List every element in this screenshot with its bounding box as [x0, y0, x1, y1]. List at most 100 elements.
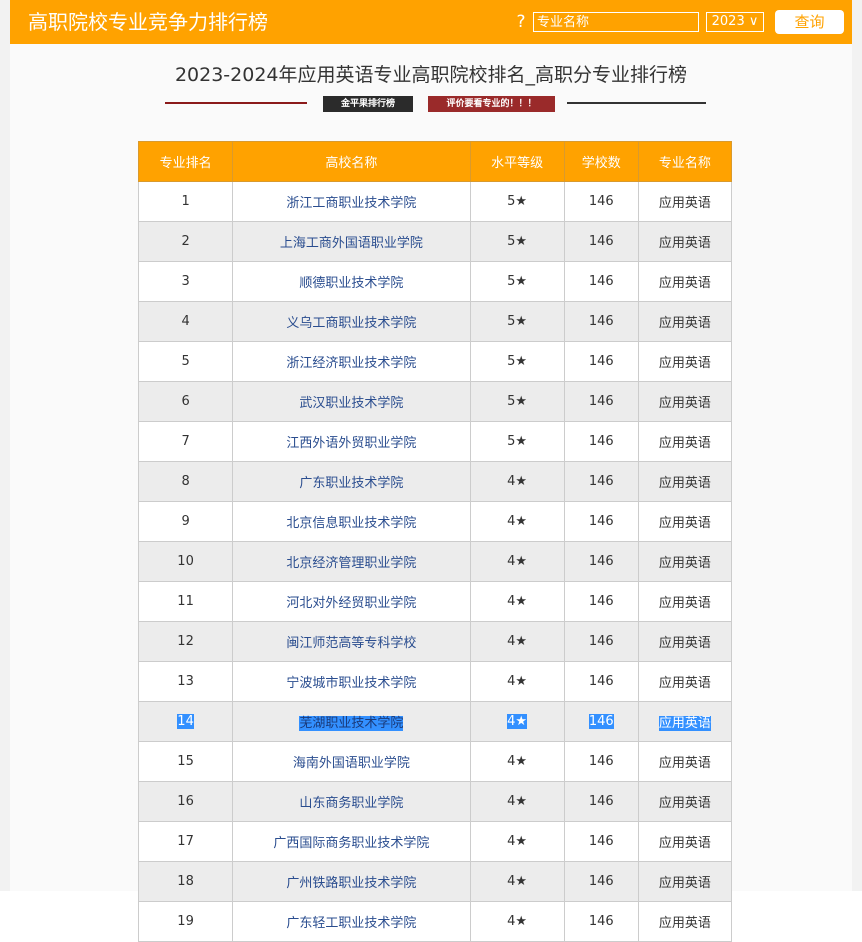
count-cell-text: 146 [588, 194, 614, 209]
school-link[interactable]: 浙江经济职业技术学院 [232, 341, 471, 382]
rank-cell-text: 2 [181, 234, 190, 249]
major-cell-text: 应用英语 [658, 196, 711, 211]
school-link-text[interactable]: 浙江工商职业技术学院 [286, 196, 416, 211]
major-cell-text: 应用英语 [658, 396, 711, 411]
table-row: 19 广东轻工职业技术学院 4★ 146 应用英语 [137, 901, 733, 942]
rank-cell-text: 11 [177, 594, 194, 609]
query-button[interactable]: 查询 [775, 10, 844, 34]
site-title[interactable]: 高职院校专业竞争力排行榜 [28, 8, 268, 36]
count-cell: 146 [563, 661, 639, 702]
major-cell: 应用英语 [637, 581, 733, 622]
notice-badge[interactable]: 评价要看专业的！！！ [428, 96, 555, 112]
table-row: 15 海南外国语职业学院 4★ 146 应用英语 [137, 741, 733, 782]
school-link-text[interactable]: 广东职业技术学院 [299, 476, 403, 491]
level-cell: 4★ [469, 461, 565, 502]
school-link-text[interactable]: 顺德职业技术学院 [299, 276, 403, 291]
school-link[interactable]: 顺德职业技术学院 [232, 261, 471, 302]
level-cell: 4★ [469, 661, 565, 702]
school-link-text[interactable]: 广西国际商务职业技术学院 [273, 836, 429, 851]
school-link-text[interactable]: 广东轻工职业技术学院 [286, 916, 416, 931]
school-link-text[interactable]: 海南外国语职业学院 [293, 756, 410, 771]
school-link[interactable]: 山东商务职业学院 [232, 781, 471, 822]
school-link-text[interactable]: 江西外语外贸职业学院 [286, 436, 416, 451]
major-cell: 应用英语 [637, 901, 733, 942]
page-background-right [852, 0, 862, 891]
major-cell: 应用英语 [637, 261, 733, 302]
ranking-badge[interactable]: 金平果排行榜 [323, 96, 413, 112]
count-cell-text: 146 [588, 274, 614, 289]
major-cell: 应用英语 [637, 501, 733, 542]
count-cell-text: 146 [588, 394, 614, 409]
count-cell-text: 146 [588, 514, 614, 529]
level-cell: 4★ [469, 701, 565, 742]
level-cell: 4★ [469, 501, 565, 542]
school-link[interactable]: 上海工商外国语职业学院 [232, 221, 471, 262]
school-link[interactable]: 广东轻工职业技术学院 [232, 901, 471, 942]
level-cell-text: 4★ [507, 714, 528, 729]
major-cell: 应用英语 [637, 341, 733, 382]
school-link-text[interactable]: 上海工商外国语职业学院 [280, 236, 423, 251]
help-icon[interactable]: ? [514, 12, 528, 32]
school-link[interactable]: 广州铁路职业技术学院 [232, 861, 471, 902]
level-cell-text: 4★ [507, 874, 528, 889]
school-link-text[interactable]: 芜湖职业技术学院 [299, 716, 404, 731]
school-link[interactable]: 海南外国语职业学院 [232, 741, 471, 782]
rank-cell: 9 [137, 501, 234, 542]
level-cell-text: 5★ [507, 434, 528, 449]
table-row: 16 山东商务职业学院 4★ 146 应用英语 [137, 781, 733, 822]
school-link-text[interactable]: 浙江经济职业技术学院 [286, 356, 416, 371]
major-cell: 应用英语 [637, 181, 733, 222]
rank-cell: 7 [137, 421, 234, 462]
rank-cell-text: 13 [177, 674, 194, 689]
school-link[interactable]: 芜湖职业技术学院 [232, 701, 471, 742]
level-cell: 5★ [469, 381, 565, 422]
school-link-text[interactable]: 武汉职业技术学院 [299, 396, 403, 411]
major-cell: 应用英语 [637, 301, 733, 342]
rank-cell-text: 7 [181, 434, 190, 449]
table-row: 3 顺德职业技术学院 5★ 146 应用英语 [137, 261, 733, 302]
count-cell-text: 146 [588, 714, 614, 729]
school-link[interactable]: 闽江师范高等专科学校 [232, 621, 471, 662]
count-cell-text: 146 [588, 834, 614, 849]
count-cell-text: 146 [588, 354, 614, 369]
school-link-text[interactable]: 宁波城市职业技术学院 [286, 676, 416, 691]
table-row: 4 义乌工商职业技术学院 5★ 146 应用英语 [137, 301, 733, 342]
count-cell-text: 146 [588, 754, 614, 769]
rank-cell-text: 5 [181, 354, 190, 369]
school-link[interactable]: 义乌工商职业技术学院 [232, 301, 471, 342]
rank-cell: 19 [137, 901, 234, 942]
school-link[interactable]: 广东职业技术学院 [232, 461, 471, 502]
school-link[interactable]: 河北对外经贸职业学院 [232, 581, 471, 622]
search-input[interactable] [533, 12, 699, 32]
school-link[interactable]: 江西外语外贸职业学院 [232, 421, 471, 462]
school-link[interactable]: 浙江工商职业技术学院 [232, 181, 471, 222]
table-row: 14 芜湖职业技术学院 4★ 146 应用英语 [137, 701, 733, 742]
school-link-text[interactable]: 义乌工商职业技术学院 [286, 316, 416, 331]
count-cell: 146 [563, 261, 639, 302]
rank-cell-text: 4 [181, 314, 190, 329]
school-link-text[interactable]: 广州铁路职业技术学院 [286, 876, 416, 891]
school-link-text[interactable]: 山东商务职业学院 [299, 796, 403, 811]
rank-cell: 14 [137, 701, 234, 742]
column-header-school: 高校名称 [232, 141, 471, 182]
school-link[interactable]: 北京信息职业技术学院 [232, 501, 471, 542]
school-link-text[interactable]: 北京信息职业技术学院 [286, 516, 416, 531]
school-link[interactable]: 武汉职业技术学院 [232, 381, 471, 422]
level-cell: 5★ [469, 181, 565, 222]
level-cell-text: 4★ [507, 474, 528, 489]
school-link-text[interactable]: 河北对外经贸职业学院 [286, 596, 416, 611]
school-link[interactable]: 宁波城市职业技术学院 [232, 661, 471, 702]
count-cell: 146 [563, 461, 639, 502]
school-link-text[interactable]: 北京经济管理职业学院 [286, 556, 416, 571]
column-header-count: 学校数 [563, 141, 639, 182]
table-row: 13 宁波城市职业技术学院 4★ 146 应用英语 [137, 661, 733, 702]
count-cell: 146 [563, 341, 639, 382]
rank-cell-text: 9 [181, 514, 190, 529]
count-cell: 146 [563, 701, 639, 742]
level-cell: 4★ [469, 821, 565, 862]
school-link-text[interactable]: 闽江师范高等专科学校 [286, 636, 416, 651]
year-select[interactable]: 2023 ∨ [706, 12, 764, 32]
school-link[interactable]: 北京经济管理职业学院 [232, 541, 471, 582]
school-link[interactable]: 广西国际商务职业技术学院 [232, 821, 471, 862]
major-cell: 应用英语 [637, 221, 733, 262]
